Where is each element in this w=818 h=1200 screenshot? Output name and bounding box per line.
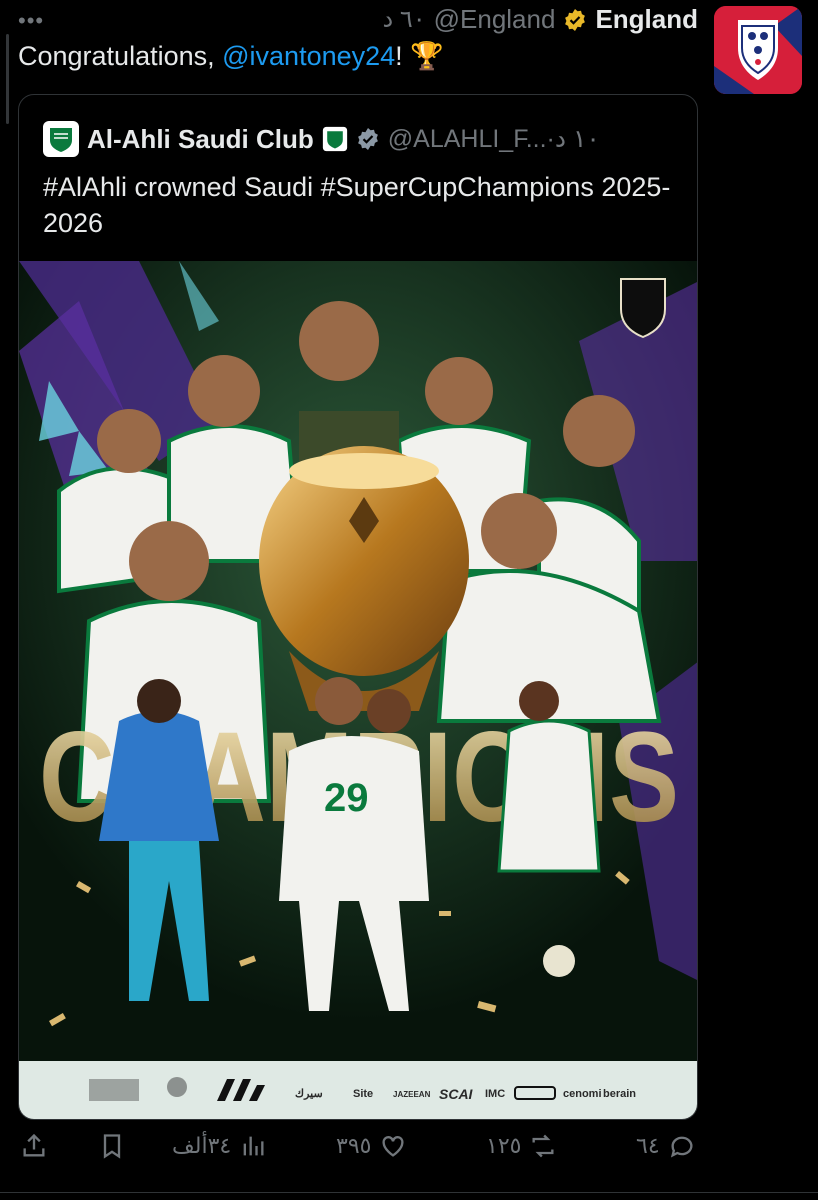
champions-poster-image[interactable]: CHAMPIONS 29 <box>19 261 697 1061</box>
quote-author-name[interactable]: Al-Ahli Saudi Club <box>87 124 314 155</box>
quote-handle-time[interactable]: @ALAHLI_F...·١٠ د <box>388 124 600 154</box>
sponsor-1: سيرك <box>295 1088 323 1100</box>
tweet-time[interactable]: ٦٠ د <box>382 5 425 34</box>
retweet-button[interactable]: ١٢٥ <box>486 1132 557 1160</box>
more-icon[interactable]: ••• <box>18 8 44 34</box>
tweet-text-before: Congratulations, <box>18 41 223 71</box>
reply-icon <box>670 1136 693 1158</box>
retweets-count: ١٢٥ <box>486 1133 522 1158</box>
jersey-number: 29 <box>324 776 369 820</box>
retweet-icon <box>532 1134 554 1158</box>
tweet-header: ٦٠ د @England England <box>382 4 698 35</box>
sponsor-2: Site <box>353 1088 373 1100</box>
verified-gray-icon <box>357 128 378 150</box>
quote-text: #AlAhli crowned Saudi #SuperCupChampions… <box>43 172 671 238</box>
verified-gold-icon <box>565 8 586 31</box>
club-crest-avatar[interactable] <box>43 121 79 157</box>
like-icon <box>382 1136 404 1157</box>
tweet-text: Congratulations, @ivantoney24! 🏆 <box>18 40 444 72</box>
sponsor-6: cenomi <box>563 1088 602 1100</box>
author-name[interactable]: England <box>595 4 698 35</box>
replies-count: ٦٤ <box>636 1133 660 1158</box>
avatar[interactable] <box>714 6 802 94</box>
share-button[interactable] <box>20 1132 48 1160</box>
sponsor-3: JAZEEAN <box>393 1090 431 1099</box>
views-icon <box>243 1136 264 1156</box>
mention-link[interactable]: @ivantoney24 <box>222 41 395 71</box>
bookmark-icon <box>103 1134 121 1159</box>
share-icon <box>23 1133 45 1157</box>
tweet-text-after: ! 🏆 <box>395 41 444 71</box>
sponsor-4: SCAI <box>439 1086 474 1102</box>
club-crest-icon <box>322 126 347 152</box>
author-handle[interactable]: @England <box>434 4 556 35</box>
divider <box>0 1192 818 1193</box>
bookmark-button[interactable] <box>98 1132 126 1160</box>
tweet-actions: ٣٤ألف ٣٩٥ ١٢٥ ٦٤ <box>0 1132 818 1176</box>
reply-button[interactable]: ٦٤ <box>636 1132 696 1160</box>
quote-header: Al-Ahli Saudi Club @ALAHLI_F...·١٠ د <box>43 121 600 157</box>
views-button[interactable]: ٣٤ألف <box>172 1132 267 1160</box>
likes-count: ٣٩٥ <box>336 1133 372 1158</box>
sponsor-bar: سيرك Site JAZEEAN SCAI IMC cenomi berain <box>19 1061 697 1119</box>
sponsor-5: IMC <box>485 1088 505 1100</box>
views-count: ٣٤ألف <box>172 1133 232 1158</box>
quoted-tweet[interactable]: Al-Ahli Saudi Club @ALAHLI_F...·١٠ د #Al… <box>18 94 698 1120</box>
sponsor-7: berain <box>603 1088 636 1100</box>
like-button[interactable]: ٣٩٥ <box>336 1132 407 1160</box>
thread-line <box>6 34 9 124</box>
